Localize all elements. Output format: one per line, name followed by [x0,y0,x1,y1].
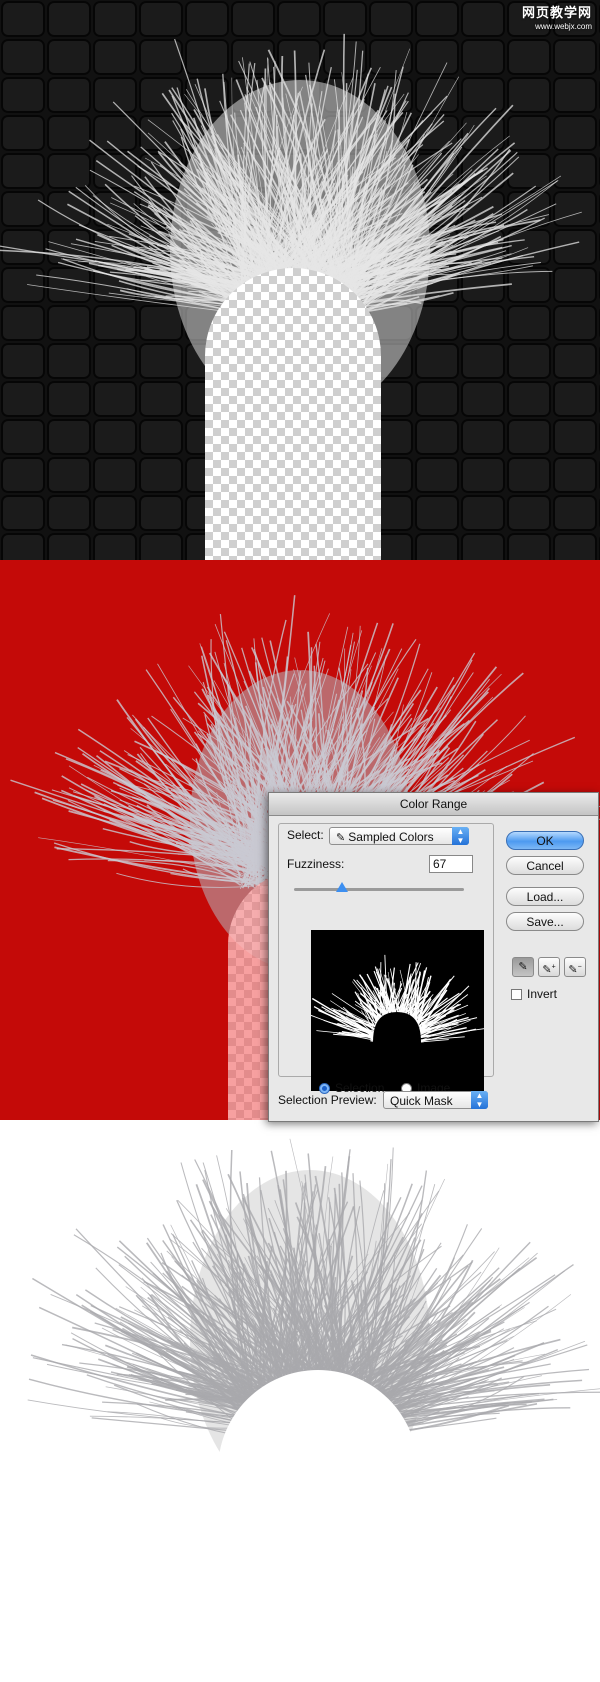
eyedropper-tool[interactable]: ✎ [512,957,534,977]
selection-preview [311,930,484,1091]
invert-label: Invert [527,987,558,1001]
transparent-cutout [205,268,381,560]
selection-preview-mask [311,954,484,1091]
chevron-updown-icon: ▲ ▼ [452,827,469,845]
mask-head-shape [373,1012,421,1091]
eyedropper-minus-tool[interactable]: ✎− [564,957,586,977]
options-group: Select: ✎ Sampled Colors ▲ ▼ Fuzziness: 6… [278,823,494,1095]
select-label: Select: [287,828,324,842]
eyedropper-plus-tool[interactable]: ✎+ [538,957,560,977]
save-button[interactable]: Save... [506,912,584,931]
selection-preview-dropdown[interactable]: Quick Mask ▲ ▼ [383,1091,488,1109]
panel-original-on-dark: 网页教学网 www.webjx.com [0,0,600,560]
eyedropper-icon: ✎ [336,832,349,844]
cancel-button[interactable]: Cancel [506,856,584,875]
watermark: 网页教学网 www.webjx.com [521,5,592,32]
fuzziness-label: Fuzziness: [287,857,345,871]
eyedropper-plus-icon: ✎+ [542,963,556,976]
fuzziness-slider-track[interactable] [294,888,464,891]
eyedropper-icon: ✎ [518,961,528,973]
select-dropdown[interactable]: ✎ Sampled Colors ▲ ▼ [329,827,469,845]
fade-corner [400,1550,600,1682]
color-range-dialog: Color Range Select: ✎ Sampled Colors ▲ ▼ … [268,792,599,1122]
eyedropper-minus-icon: ✎− [568,963,582,976]
invert-checkbox[interactable] [511,989,522,1000]
fuzziness-input[interactable]: 67 [429,855,473,873]
chevron-updown-icon: ▲ ▼ [471,1091,488,1109]
selection-preview-label: Selection Preview: [278,1093,377,1107]
select-value: Sampled Colors [348,830,434,844]
load-button[interactable]: Load... [506,887,584,906]
preview-value: Quick Mask [390,1094,453,1108]
dialog-title: Color Range [269,793,598,816]
panel-extracted-result [0,1120,600,1682]
ok-button[interactable]: OK [506,831,584,850]
head-cutout [218,1370,418,1682]
fuzziness-slider-thumb[interactable] [335,882,348,892]
